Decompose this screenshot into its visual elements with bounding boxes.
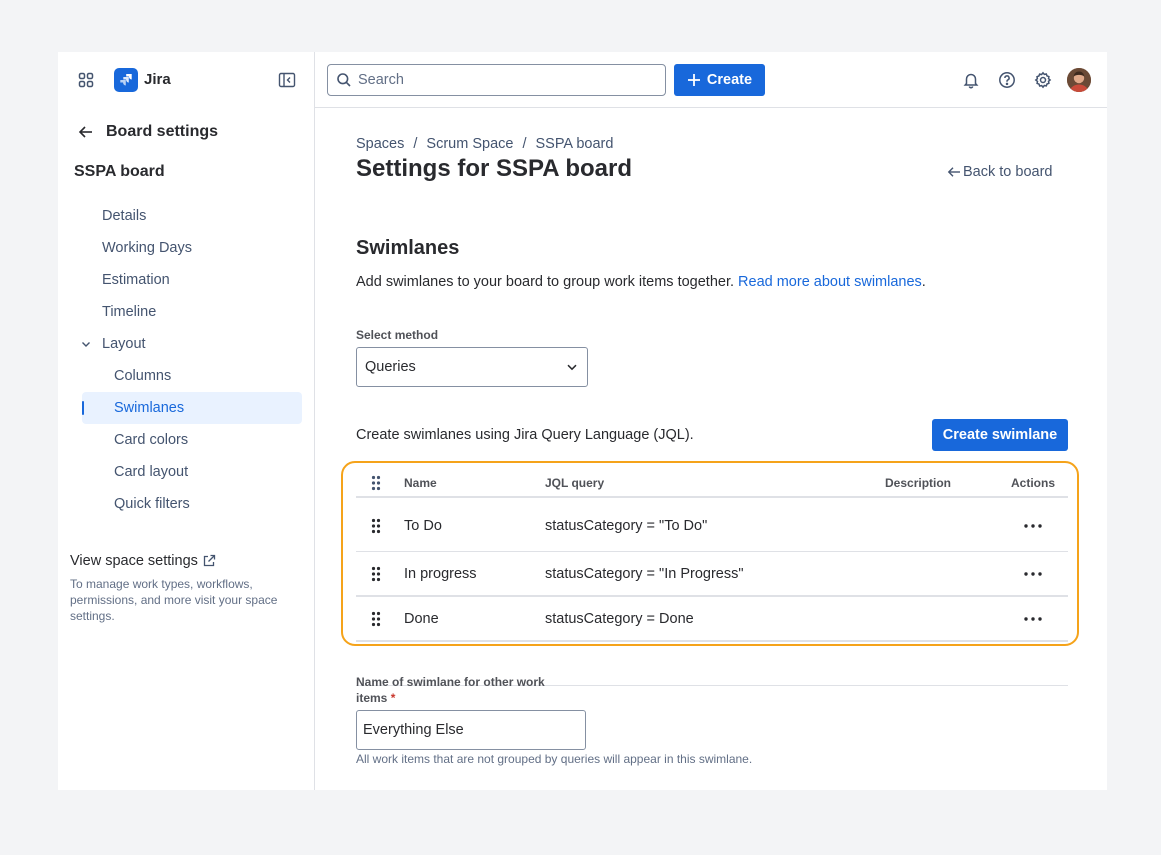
other-swimlane-field[interactable] [356, 710, 586, 750]
breadcrumb-scrum-space[interactable]: Scrum Space [426, 136, 513, 152]
select-method-label: Select method [356, 328, 439, 342]
select-method-value: Queries [365, 359, 416, 375]
row-name: Done [404, 611, 439, 627]
top-navigation: Create [315, 52, 1107, 108]
drag-handle-icon [366, 470, 386, 496]
more-icon[interactable] [1024, 597, 1042, 641]
row-name: To Do [404, 517, 442, 534]
sidebar-item-layout[interactable]: Layout [102, 336, 146, 352]
view-space-settings-description: To manage work types, workflows, permiss… [70, 577, 278, 623]
sidebar-item-working-days[interactable]: Working Days [102, 240, 192, 256]
other-swimlane-label-line2: items [356, 691, 388, 705]
period: . [921, 274, 926, 290]
row-jql: statusCategory = "In Progress" [545, 566, 744, 582]
sidebar-item-details[interactable]: Details [102, 208, 146, 224]
sidebar: Jira Board settings SSPA board Details W… [58, 52, 315, 790]
select-method-dropdown[interactable]: Queries [356, 347, 588, 387]
gear-icon[interactable] [1031, 68, 1055, 92]
board-settings-title[interactable]: Board settings [106, 123, 218, 141]
selected-indicator [82, 401, 84, 415]
create-button-label: Create [706, 72, 753, 88]
swimlanes-description: Add swimlanes to your board to group wor… [356, 274, 926, 290]
header-description: Description [885, 476, 952, 490]
view-space-settings-link[interactable]: View space settings [70, 553, 216, 569]
view-space-settings-label: View space settings [70, 553, 198, 569]
more-icon[interactable] [1024, 552, 1042, 596]
table-row: To Do statusCategory = "To Do" [356, 500, 1068, 552]
chevron-down-icon[interactable] [80, 338, 92, 350]
arrow-left-icon[interactable] [74, 120, 98, 144]
row-jql: statusCategory = "To Do" [545, 517, 708, 534]
arrow-left-icon [947, 165, 961, 179]
read-more-link[interactable]: Read more about swimlanes [738, 274, 922, 290]
drag-handle-icon[interactable] [366, 500, 386, 551]
create-button[interactable]: Create [674, 64, 765, 96]
search-input[interactable] [358, 72, 648, 88]
table-row: In progress statusCategory = "In Progres… [356, 552, 1068, 597]
breadcrumb-separator: / [522, 136, 527, 152]
bell-icon[interactable] [959, 68, 983, 92]
table-row: Done statusCategory = Done [356, 597, 1068, 642]
app-window: Jira Board settings SSPA board Details W… [58, 52, 1107, 790]
search-box[interactable] [327, 64, 666, 96]
swimlanes-description-text: Add swimlanes to your board to group wor… [356, 274, 734, 290]
app-switcher-icon[interactable] [74, 68, 98, 92]
create-swimlane-button[interactable]: Create swimlane [932, 419, 1068, 451]
collapse-sidebar-icon[interactable] [275, 68, 299, 92]
breadcrumb-separator: / [413, 136, 418, 152]
other-swimlane-input[interactable] [363, 722, 573, 738]
other-swimlane-helper: All work items that are not grouped by q… [356, 752, 753, 766]
jql-intro-text: Create swimlanes using Jira Query Langua… [356, 427, 694, 443]
header-name: Name [404, 476, 437, 490]
row-jql: statusCategory = Done [545, 611, 694, 627]
breadcrumb-board[interactable]: SSPA board [535, 136, 613, 152]
search-icon [336, 72, 352, 88]
swimlanes-heading: Swimlanes [356, 237, 460, 259]
other-swimlane-label-line1: Name of swimlane for other work [356, 675, 545, 689]
sidebar-item-quick-filters[interactable]: Quick filters [114, 496, 190, 512]
required-indicator: * [390, 691, 396, 705]
sidebar-item-columns[interactable]: Columns [114, 368, 171, 384]
breadcrumb-spaces[interactable]: Spaces [356, 136, 404, 152]
brand-name[interactable]: Jira [144, 71, 171, 88]
drag-handle-icon[interactable] [366, 552, 386, 596]
external-link-icon [202, 554, 216, 568]
other-swimlane-label: Name of swimlane for other work items * [356, 674, 576, 706]
more-icon[interactable] [1024, 500, 1042, 551]
back-to-board-link[interactable]: Back to board [947, 164, 1052, 180]
row-name: In progress [404, 566, 477, 582]
breadcrumb: Spaces / Scrum Space / SSPA board [356, 136, 613, 152]
plus-icon [687, 73, 701, 87]
header-actions: Actions [1011, 476, 1056, 490]
avatar[interactable] [1067, 68, 1091, 92]
header-jql: JQL query [545, 476, 605, 490]
table-header-row: Name JQL query Description Actions [356, 470, 1068, 498]
sidebar-item-card-layout[interactable]: Card layout [114, 464, 188, 480]
jira-logo-icon[interactable] [114, 68, 138, 92]
help-icon[interactable] [995, 68, 1019, 92]
back-to-board-label: Back to board [963, 164, 1053, 180]
board-name: SSPA board [74, 163, 165, 180]
sidebar-item-timeline[interactable]: Timeline [102, 304, 156, 320]
chevron-down-icon [565, 360, 579, 374]
sidebar-item-swimlanes[interactable]: Swimlanes [114, 400, 184, 416]
sidebar-item-estimation[interactable]: Estimation [102, 272, 170, 288]
main-content: Create [315, 52, 1107, 790]
page-title: Settings for SSPA board [356, 155, 633, 182]
sidebar-item-card-colors[interactable]: Card colors [114, 432, 188, 448]
drag-handle-icon[interactable] [366, 597, 386, 641]
